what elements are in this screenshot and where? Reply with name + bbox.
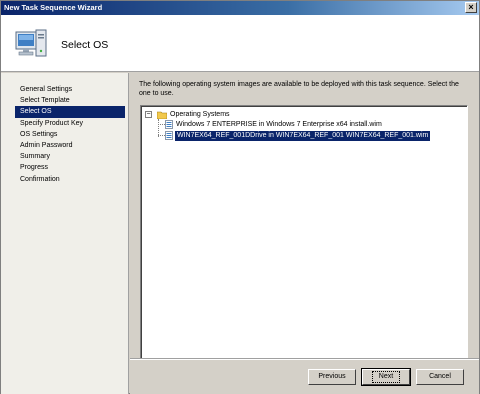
close-button[interactable]: × (465, 2, 477, 13)
sidebar-item-admin-password[interactable]: Admin Password (15, 140, 125, 151)
footer-divider (130, 358, 479, 359)
os-image-icon (165, 120, 173, 129)
tree-root-label: Operating Systems (170, 111, 230, 118)
wizard-steps-sidebar: General Settings Select Template Select … (1, 73, 129, 394)
page-title: Select OS (61, 39, 109, 51)
previous-button-label: Previous (318, 373, 346, 380)
close-icon: × (468, 2, 474, 12)
previous-button[interactable]: Previous (308, 369, 356, 385)
cancel-button[interactable]: Cancel (416, 369, 464, 385)
sidebar-item-summary[interactable]: Summary (15, 151, 125, 162)
next-button-label: Next (371, 371, 401, 383)
wizard-footer: Previous Next Cancel (130, 358, 479, 394)
window-title: New Task Sequence Wizard (4, 3, 103, 12)
sidebar-item-specify-product-key[interactable]: Specify Product Key (15, 118, 125, 129)
folder-icon (157, 111, 167, 119)
steps-list: General Settings Select Template Select … (15, 84, 125, 185)
main-content: The following operating system images ar… (130, 73, 479, 360)
instructions-text: The following operating system images ar… (139, 81, 459, 97)
title-bar[interactable]: New Task Sequence Wizard × (1, 1, 479, 15)
computer-icon (15, 29, 47, 57)
os-image-icon (165, 131, 173, 140)
sidebar-item-os-settings[interactable]: OS Settings (15, 129, 125, 140)
sidebar-item-progress[interactable]: Progress (15, 162, 125, 173)
os-image-tree[interactable]: − Operating Systems Windows 7 ENTERPRISE… (140, 105, 468, 360)
sidebar-item-select-os[interactable]: Select OS (15, 106, 125, 118)
next-button[interactable]: Next (361, 368, 411, 386)
tree-item-label-selected: WIN7EX64_REF_001DDrive in WIN7EX64_REF_0… (175, 131, 431, 141)
sidebar-item-general-settings[interactable]: General Settings (15, 84, 125, 95)
collapse-expander-icon[interactable]: − (145, 111, 152, 118)
cancel-button-label: Cancel (429, 373, 451, 380)
tree-connector (158, 135, 165, 136)
wizard-window: New Task Sequence Wizard × Select OS Gen… (0, 0, 480, 394)
wizard-header: Select OS (1, 15, 479, 72)
sidebar-item-confirmation[interactable]: Confirmation (15, 174, 125, 185)
tree-connector (158, 124, 165, 125)
sidebar-item-select-template[interactable]: Select Template (15, 95, 125, 106)
tree-item-label: Windows 7 ENTERPRISE in Windows 7 Enterp… (176, 121, 382, 128)
